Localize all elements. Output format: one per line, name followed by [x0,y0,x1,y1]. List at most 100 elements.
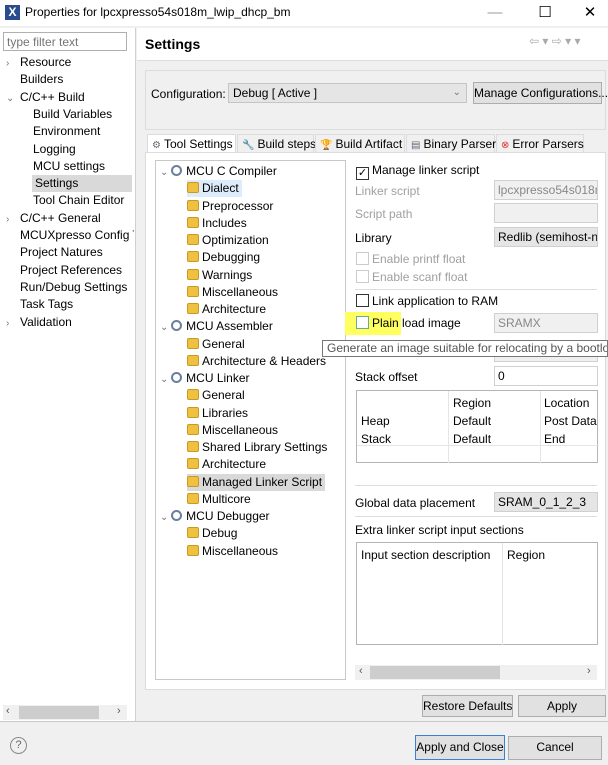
tab-tool-settings[interactable]: ⚙ Tool Settings [147,134,236,154]
script-path-field[interactable] [494,203,598,223]
tool-item-label: Miscellaneous [202,543,279,558]
tool-item[interactable]: Includes [187,215,247,232]
tool-item[interactable]: General [187,387,245,404]
nav-item[interactable]: Build Variables [33,106,133,123]
nav-item[interactable]: Project References [6,262,134,279]
plain-load-region-select[interactable]: SRAMX [494,313,598,333]
tool-item[interactable]: Debugging [187,249,260,266]
tool-gear-icon [171,372,183,383]
tool-item[interactable]: Architecture [187,456,266,473]
nav-item-label: Settings [35,176,79,191]
link-to-ram-checkbox[interactable]: Link application to RAM [356,294,498,308]
table-cell[interactable]: Heap [361,414,390,428]
option-folder-icon [187,441,199,452]
chevron-down-icon[interactable]: ⌄ [160,322,171,333]
nav-item[interactable]: › Validation [6,314,134,331]
tool-item-label: Includes [202,215,247,230]
tool-group[interactable]: ⌄ MCU Assembler [160,318,273,335]
restore-defaults-button[interactable]: Restore Defaults [422,695,513,717]
table-cell[interactable]: Stack [361,432,391,446]
tab-build-artifact[interactable]: 🏆 Build Artifact [315,134,405,153]
nav-item[interactable]: ⌄ C/C++ Build [6,89,134,106]
tool-item[interactable]: Preprocessor [187,198,273,215]
tool-item-label: Multicore [202,491,251,506]
nav-item[interactable]: Logging [33,141,133,158]
tool-item[interactable]: Managed Linker Script [187,473,326,491]
option-folder-icon [187,199,199,211]
tab-icon: ⊗ [501,140,510,151]
settings-horizontal-scrollbar[interactable]: ‹ › [355,665,597,680]
nav-item[interactable]: › C/C++ General [6,210,134,227]
option-folder-icon [187,216,199,228]
tool-item[interactable]: Dialect [187,180,242,198]
tool-item[interactable]: Shared Library Settings [187,439,327,456]
apply-button[interactable]: Apply [518,695,606,717]
manage-configurations-button[interactable]: Manage Configurations... [473,82,608,104]
nav-item[interactable]: Task Tags [6,296,134,313]
tool-item[interactable]: Architecture & Headers [187,353,326,370]
table-cell[interactable]: Default [453,414,491,428]
manage-linker-script-checkbox[interactable]: ✓ Manage linker script [356,163,479,180]
tool-item[interactable]: Architecture [187,301,266,318]
nav-item-label: Task Tags [20,297,74,312]
nav-item[interactable]: Builders [6,71,134,88]
tool-item[interactable]: General [187,336,245,353]
table-cell[interactable]: End [544,432,565,446]
enable-scanf-float-checkbox[interactable]: Enable scanf float [356,270,467,284]
enable-printf-float-checkbox[interactable]: Enable printf float [356,252,465,266]
nav-item[interactable]: Run/Debug Settings [6,279,134,296]
tab-build-steps[interactable]: 🔧 Build steps [237,134,316,153]
chevron-down-icon[interactable]: ⌄ [6,90,20,106]
maximize-button[interactable]: ☐ [530,2,560,24]
library-select[interactable]: Redlib (semihost-nf [494,227,598,247]
nav-horizontal-scrollbar[interactable]: ‹ › [3,705,127,720]
chevron-right-icon[interactable]: › [6,211,20,227]
chevron-down-icon[interactable]: ⌄ [160,167,171,178]
chevron-right-icon[interactable]: › [6,315,20,331]
tool-item[interactable]: Optimization [187,232,269,249]
nav-item[interactable]: › Resource [6,54,134,71]
stack-offset-input[interactable]: 0 [494,366,598,386]
nav-item[interactable]: MCU settings [33,158,133,175]
tool-item-label: Architecture [202,302,267,316]
tool-item[interactable]: Multicore [187,491,251,508]
tab-error-parsers[interactable]: ⊗ Error Parsers [496,134,584,153]
column-header-input-section: Input section description [361,548,491,562]
nav-item[interactable]: Settings [32,175,132,193]
help-icon[interactable]: ? [10,737,27,754]
tool-item[interactable]: Miscellaneous [187,543,278,560]
tool-item-label: MCU Assembler [186,319,273,334]
tab-binary-parsers[interactable]: ▤ Binary Parsers [406,134,502,153]
close-button[interactable]: ✕ [575,2,605,24]
apply-and-close-button[interactable]: Apply and Close [415,735,505,760]
table-cell[interactable]: Post Data [544,414,597,428]
page-title: Settings [145,36,201,52]
tool-item[interactable]: Miscellaneous [187,422,278,439]
tool-item[interactable]: Miscellaneous [187,284,278,301]
tool-item[interactable]: Warnings [187,267,252,284]
library-label: Library [355,231,392,245]
nav-item-label: Run/Debug Settings [20,279,128,294]
configuration-select[interactable]: Debug [ Active ] ⌄ [228,83,467,103]
cancel-button[interactable]: Cancel [508,736,602,760]
nav-item[interactable]: Environment [33,123,133,140]
tool-item[interactable]: Libraries [187,405,248,422]
plain-load-image-checkbox[interactable]: Plain load image [356,316,461,330]
chevron-down-icon[interactable]: ⌄ [160,512,171,523]
nav-item[interactable]: MCUXpresso Config Tools [6,227,134,244]
nav-item[interactable]: Project Natures [6,244,134,261]
chevron-right-icon[interactable]: › [6,55,20,71]
table-cell[interactable]: Default [453,432,491,446]
linker-script-field[interactable]: lpcxpresso54s018m [494,180,598,200]
history-nav-icons[interactable]: ⇦ ▾ ⇨ ▾ ▾ [529,34,581,48]
tool-group[interactable]: ⌄ MCU Linker [160,370,250,387]
minimize-button[interactable]: — [480,2,510,24]
tool-item[interactable]: Debug [187,525,237,542]
nav-item[interactable]: Tool Chain Editor [33,192,133,209]
tool-group[interactable]: ⌄ MCU C Compiler [160,163,277,180]
tool-group[interactable]: ⌄ MCU Debugger [160,508,270,525]
chevron-down-icon[interactable]: ⌄ [160,374,171,385]
global-data-placement-select[interactable]: SRAM_0_1_2_3 [494,492,598,512]
filter-input[interactable] [3,32,127,51]
configuration-value: Debug [ Active ] [233,86,318,100]
